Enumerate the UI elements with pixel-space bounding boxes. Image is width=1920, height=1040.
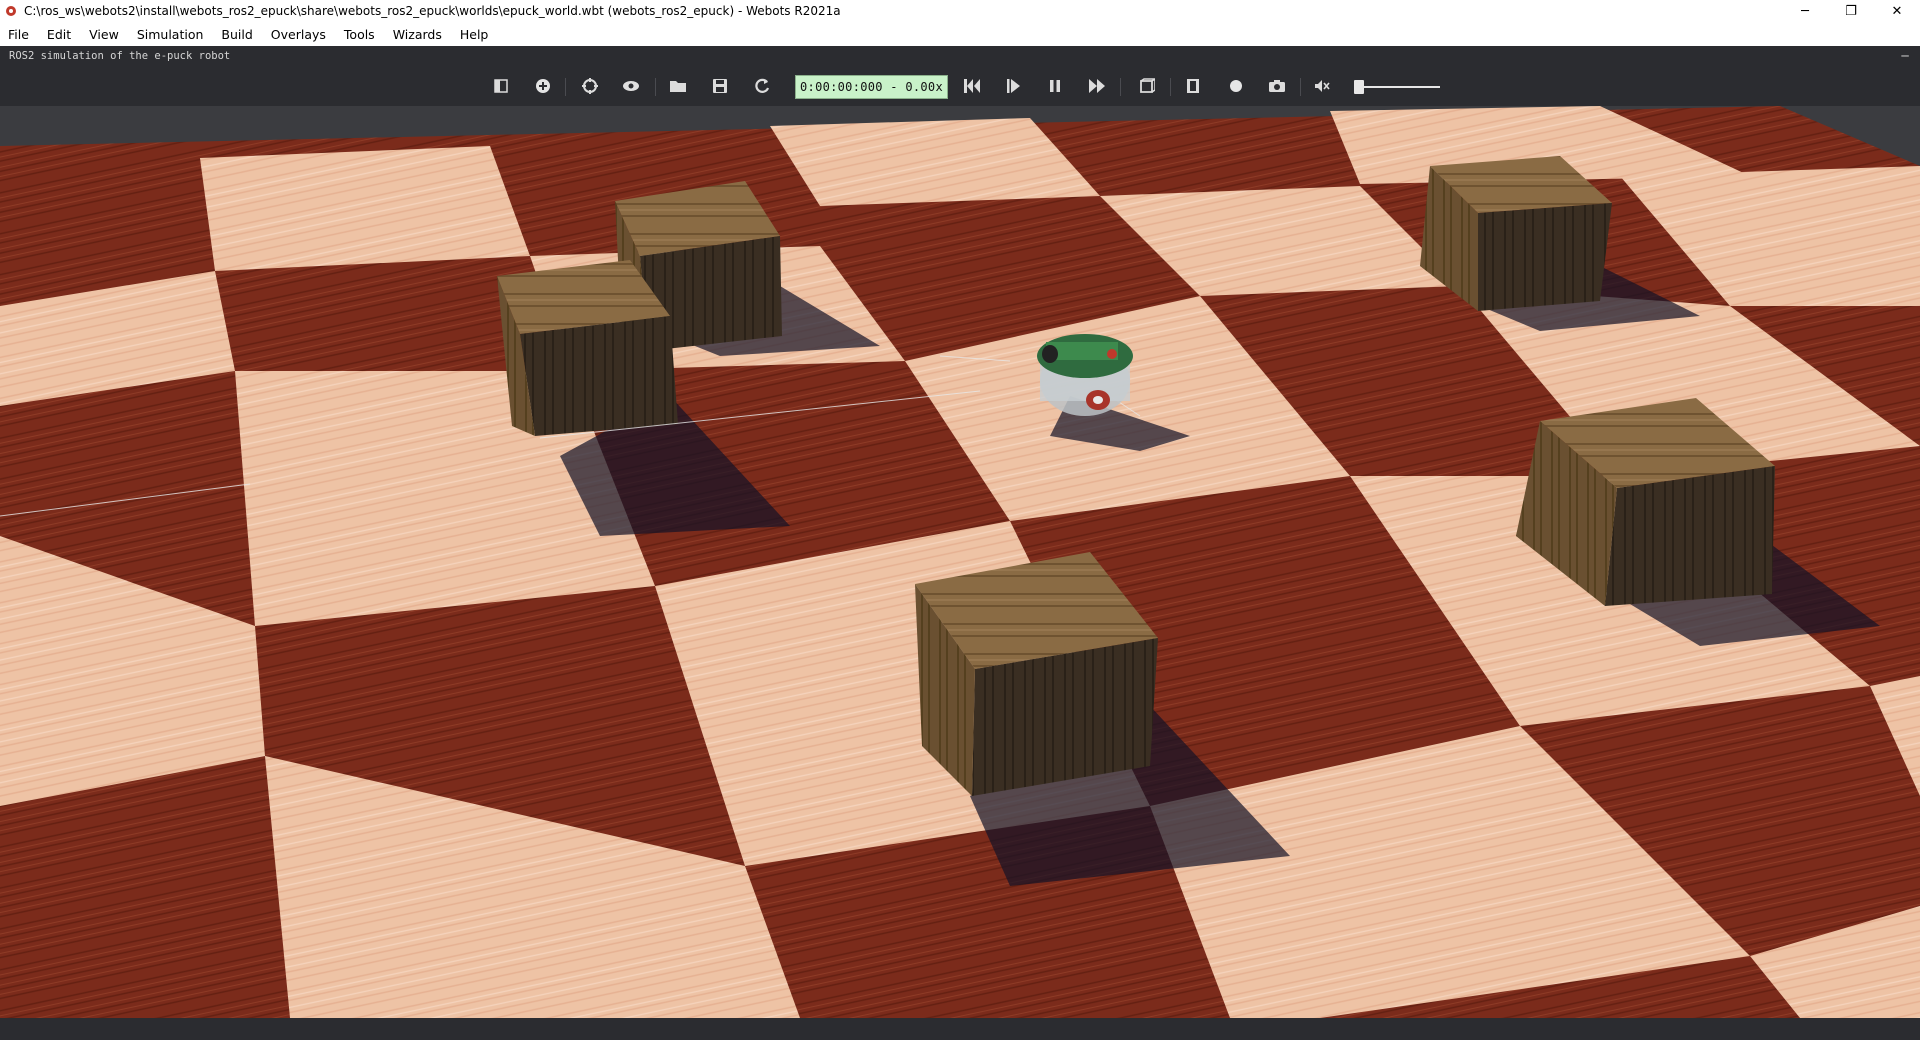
movie-icon[interactable] <box>1181 75 1205 97</box>
status-strip <box>0 1018 1920 1040</box>
volume-slider[interactable] <box>1354 80 1440 94</box>
menu-tools[interactable]: Tools <box>335 22 384 46</box>
collapse-panel-button[interactable]: ─ <box>1890 49 1920 63</box>
menu-build[interactable]: Build <box>212 22 261 46</box>
pause-icon[interactable] <box>1043 75 1067 97</box>
world-info-bar: ROS2 simulation of the e-puck robot ─ <box>0 46 1920 66</box>
save-world-icon[interactable] <box>708 75 732 97</box>
menu-view[interactable]: View <box>80 22 128 46</box>
reset-viewpoint-icon[interactable] <box>578 75 602 97</box>
viewpoint-icon[interactable] <box>619 75 643 97</box>
record-icon[interactable] <box>1224 75 1248 97</box>
add-node-icon[interactable] <box>531 75 555 97</box>
3d-view[interactable] <box>0 106 1920 1018</box>
menu-simulation[interactable]: Simulation <box>128 22 213 46</box>
menu-bar: File Edit View Simulation Build Overlays… <box>0 22 1920 46</box>
menu-help[interactable]: Help <box>451 22 498 46</box>
window-title: C:\ros_ws\webots2\install\webots_ros2_ep… <box>24 4 841 18</box>
menu-edit[interactable]: Edit <box>38 22 80 46</box>
wooden-box-3[interactable] <box>1420 156 1612 311</box>
simulation-toolbar: 0:00:00:000 - 0.00x <box>0 66 1920 106</box>
world-description: ROS2 simulation of the e-puck robot <box>9 50 231 62</box>
menu-overlays[interactable]: Overlays <box>262 22 335 46</box>
minimize-button[interactable]: ─ <box>1782 0 1828 22</box>
menu-file[interactable]: File <box>0 22 38 46</box>
restore-button[interactable]: ❐ <box>1828 0 1874 22</box>
title-bar: C:\ros_ws\webots2\install\webots_ros2_ep… <box>0 0 1920 22</box>
fast-forward-icon[interactable] <box>1085 75 1109 97</box>
webots-logo-icon <box>4 4 18 18</box>
menu-wizards[interactable]: Wizards <box>384 22 451 46</box>
screenshot-icon[interactable] <box>1265 75 1289 97</box>
rendering-icon[interactable] <box>1134 75 1158 97</box>
volume-slider-track <box>1358 86 1440 88</box>
step-icon[interactable] <box>1001 75 1025 97</box>
simulation-time-display: 0:00:00:000 - 0.00x <box>795 75 948 99</box>
close-button[interactable]: ✕ <box>1874 0 1920 22</box>
open-world-icon[interactable] <box>666 75 690 97</box>
reset-simulation-icon[interactable] <box>960 75 984 97</box>
volume-slider-thumb[interactable] <box>1354 80 1364 94</box>
scene-tree-toggle-icon[interactable] <box>489 75 513 97</box>
mute-icon[interactable] <box>1310 75 1334 97</box>
reload-world-icon[interactable] <box>750 75 774 97</box>
e-puck-robot[interactable] <box>1037 334 1133 416</box>
